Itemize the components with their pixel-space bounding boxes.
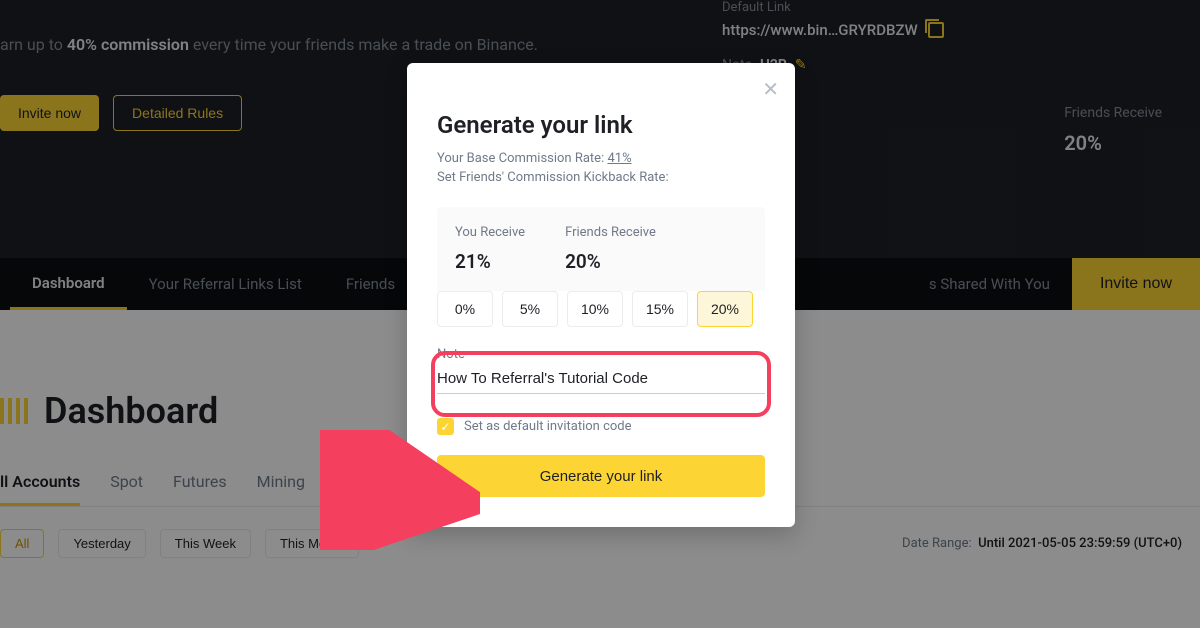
friends-receive-label: Friends Receive [565,225,656,240]
default-code-label: Set as default invitation code [464,419,632,434]
friends-receive-value: 20% [565,250,656,273]
you-receive-col: You Receive 21% [455,225,525,273]
receive-box: You Receive 21% Friends Receive 20% [437,207,765,291]
generate-link-button[interactable]: Generate your link [437,455,765,497]
base-rate-line: Your Base Commission Rate: 41% [437,151,765,166]
base-rate-value[interactable]: 41% [607,151,631,166]
kickback-option-0[interactable]: 0% [437,291,493,327]
kickback-option-20[interactable]: 20% [697,291,753,327]
generate-link-modal: ✕ Generate your link Your Base Commissio… [407,63,795,527]
kickback-line: Set Friends' Commission Kickback Rate: [437,170,765,185]
you-receive-label: You Receive [455,225,525,240]
default-code-row: ✓ Set as default invitation code [437,418,765,435]
close-icon[interactable]: ✕ [762,77,779,102]
default-code-checkbox[interactable]: ✓ [437,418,454,435]
kickback-option-10[interactable]: 10% [567,291,623,327]
kickback-option-15[interactable]: 15% [632,291,688,327]
you-receive-value: 21% [455,250,525,273]
kickback-options-row: 0%5%10%15%20% [437,291,765,327]
note-label: Note [437,347,765,362]
modal-title: Generate your link [437,111,765,139]
base-rate-prefix: Your Base Commission Rate: [437,151,607,166]
friends-receive-col: Friends Receive 20% [565,225,656,273]
kickback-option-5[interactable]: 5% [502,291,558,327]
note-input[interactable] [437,362,765,394]
